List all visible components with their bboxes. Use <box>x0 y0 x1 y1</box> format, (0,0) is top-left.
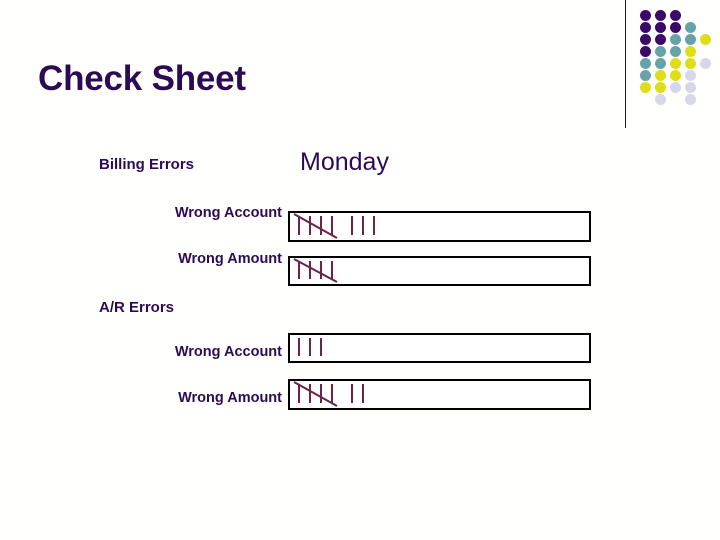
decoration-dot <box>655 10 666 21</box>
decoration-dot <box>655 70 666 81</box>
decoration-dot <box>685 46 696 57</box>
column-header-monday: Monday <box>300 148 389 176</box>
decoration-dot <box>670 22 681 33</box>
tally-marks <box>293 213 375 239</box>
decoration-dot <box>640 46 651 57</box>
decoration-dot <box>640 58 651 69</box>
decoration-dot <box>655 82 666 93</box>
decoration-dot <box>670 70 681 81</box>
tally-box-billing-wrong-account[interactable] <box>288 211 591 242</box>
decoration-dot <box>640 22 651 33</box>
decoration-dot <box>655 46 666 57</box>
row-label-ar-wrong-amount: Wrong Amount <box>178 390 282 406</box>
tally-marks <box>293 381 364 407</box>
page-title: Check Sheet <box>38 59 246 98</box>
decoration-dot <box>700 34 711 45</box>
decoration-dot <box>655 94 666 105</box>
decoration-dot <box>670 46 681 57</box>
decoration-dot <box>640 10 651 21</box>
decoration-dot <box>700 58 711 69</box>
section-label-billing-errors: Billing Errors <box>99 156 195 173</box>
row-label-ar-wrong-account: Wrong Account <box>174 344 282 360</box>
tally-marks <box>298 338 322 356</box>
decoration-dot <box>685 94 696 105</box>
tally-marks <box>293 258 338 283</box>
decoration-dot <box>655 58 666 69</box>
decoration-dot <box>670 10 681 21</box>
decoration-dot <box>655 22 666 33</box>
decoration-dot <box>640 70 651 81</box>
decoration-dot <box>640 82 651 93</box>
header-divider-line <box>625 0 626 128</box>
decoration-dot <box>685 58 696 69</box>
dot-grid-decoration <box>640 10 714 122</box>
decoration-dot <box>640 34 651 45</box>
decoration-dot <box>685 34 696 45</box>
decoration-dot <box>670 58 681 69</box>
decoration-dot <box>655 34 666 45</box>
section-label-ar-errors: A/R Errors <box>99 299 175 316</box>
row-label-billing-wrong-account: Wrong Account <box>174 205 282 221</box>
tally-box-ar-wrong-amount[interactable] <box>288 379 591 410</box>
decoration-dot <box>685 70 696 81</box>
decoration-dot <box>685 22 696 33</box>
tally-box-ar-wrong-account[interactable] <box>288 333 591 363</box>
row-label-billing-wrong-amount: Wrong Amount <box>178 251 282 267</box>
decoration-dot <box>670 82 681 93</box>
decoration-dot <box>670 34 681 45</box>
decoration-dot <box>685 82 696 93</box>
tally-box-billing-wrong-amount[interactable] <box>288 256 591 286</box>
